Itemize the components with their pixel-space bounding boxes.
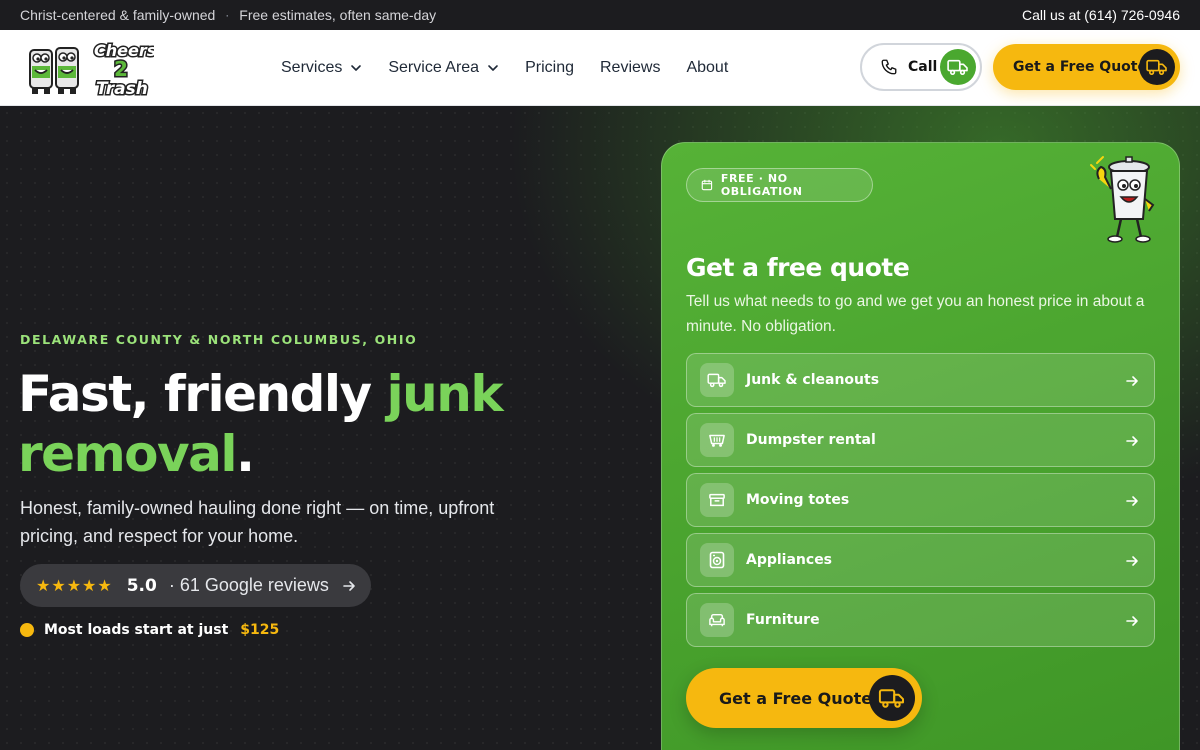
headline-period: .	[236, 425, 255, 483]
card-quote-button[interactable]: Get a Free Quote	[686, 668, 922, 728]
rating-score: 5.0	[126, 575, 157, 596]
header-quote-button[interactable]: Get a Free Quote	[993, 44, 1180, 90]
call-label: Call	[908, 59, 938, 75]
svg-text:2: 2	[114, 57, 128, 81]
furniture-icon	[700, 603, 734, 637]
tote-icon	[700, 483, 734, 517]
bullet-dot	[20, 623, 34, 637]
arrow-right-icon	[1126, 376, 1138, 386]
nav-item-about[interactable]: About	[686, 59, 728, 77]
arrow-right-icon	[1126, 436, 1138, 446]
truck-icon	[700, 363, 734, 397]
nav-item-pricing[interactable]: Pricing	[525, 59, 574, 77]
option-label: Appliances	[746, 552, 833, 568]
estimates-text: Free estimates, often same-day	[239, 7, 437, 23]
cheers-2-trash-logo[interactable]: Cheers 2 Trash	[24, 36, 158, 101]
hero-section: DELAWARE COUNTY & NORTH COLUMBUS, OHIO F…	[0, 106, 1200, 750]
service-options-list: Junk & cleanouts Dumpster rental Moving …	[686, 353, 1155, 653]
top-bar: Christ-centered & family-owned · Free es…	[0, 0, 1200, 30]
nav-label: About	[686, 59, 729, 76]
nav-label: Services	[281, 59, 343, 76]
truck-icon	[869, 675, 915, 721]
location-eyebrow: DELAWARE COUNTY & NORTH COLUMBUS, OHIO	[20, 332, 418, 347]
option-label: Junk & cleanouts	[746, 372, 880, 388]
quote-card-subtitle: Tell us what needs to go and we get you …	[686, 293, 1145, 335]
google-reviews-link[interactable]: ★★★★★ 5.0 · 61 Google reviews	[20, 564, 371, 607]
badge-text: FREE · NO OBLIGATION	[720, 172, 803, 198]
arrow-right-icon	[1126, 496, 1138, 506]
option-dumpster-rental[interactable]: Dumpster rental	[686, 413, 1155, 467]
chevron-down-icon	[351, 65, 362, 71]
chevron-down-icon	[488, 65, 498, 71]
option-appliances[interactable]: Appliances	[686, 533, 1155, 587]
star-rating-icon: ★★★★★	[36, 576, 113, 595]
tagline-text: Christ-centered & family-owned	[20, 7, 216, 23]
svg-text:Trash: Trash	[96, 79, 148, 99]
starting-price-value: $125	[240, 622, 280, 638]
appliance-icon	[700, 543, 734, 577]
call-button[interactable]: Call	[860, 43, 982, 91]
trash-can-mascot-icon	[1089, 153, 1161, 245]
calendar-icon	[701, 179, 713, 191]
quote-card-title: Get a free quote	[686, 253, 910, 282]
nav-item-reviews[interactable]: Reviews	[600, 59, 660, 77]
free-badge: FREE · NO OBLIGATION	[686, 168, 873, 202]
option-label: Dumpster rental	[746, 432, 876, 448]
starting-price-label: Most loads start at just	[44, 622, 229, 638]
truck-icon	[1139, 49, 1175, 85]
nav-label: Reviews	[599, 59, 661, 76]
hero-subhead: Honest, family-owned hauling done right …	[20, 498, 495, 546]
site-header: Cheers 2 Trash Services Service Area Pri…	[0, 30, 1200, 106]
phone-icon	[881, 59, 897, 75]
main-nav: Services Service Area Pricing Reviews Ab…	[281, 30, 728, 106]
option-label: Furniture	[746, 612, 820, 628]
option-junk-cleanouts[interactable]: Junk & cleanouts	[686, 353, 1155, 407]
topbar-phone-link[interactable]: Call us at (614) 726-0946	[1022, 7, 1180, 23]
option-moving-totes[interactable]: Moving totes	[686, 473, 1155, 527]
nav-item-service-area[interactable]: Service Area	[388, 59, 499, 77]
dumpster-icon	[700, 423, 734, 457]
option-furniture[interactable]: Furniture	[686, 593, 1155, 647]
cta-label: Get a Free Quote	[719, 688, 873, 708]
quote-card: FREE · NO OBLIGATION Get a free quote Te…	[661, 142, 1180, 750]
nav-label: Pricing	[525, 59, 574, 76]
arrow-right-icon	[343, 580, 355, 591]
hero-headline: Fast, friendly junk removal.	[18, 364, 578, 484]
arrow-right-icon	[1126, 556, 1138, 566]
option-label: Moving totes	[746, 492, 850, 508]
headline-text: Fast, friendly	[18, 365, 387, 423]
separator-dot: ·	[225, 8, 230, 22]
truck-icon	[940, 49, 976, 85]
nav-label: Service Area	[388, 59, 480, 76]
quote-label: Get a Free Quote	[1013, 59, 1147, 75]
starting-price-note: Most loads start at just $125	[20, 622, 279, 638]
nav-item-services[interactable]: Services	[281, 59, 362, 77]
review-count-text: · 61 Google reviews	[168, 575, 329, 595]
arrow-right-icon	[1126, 616, 1138, 626]
